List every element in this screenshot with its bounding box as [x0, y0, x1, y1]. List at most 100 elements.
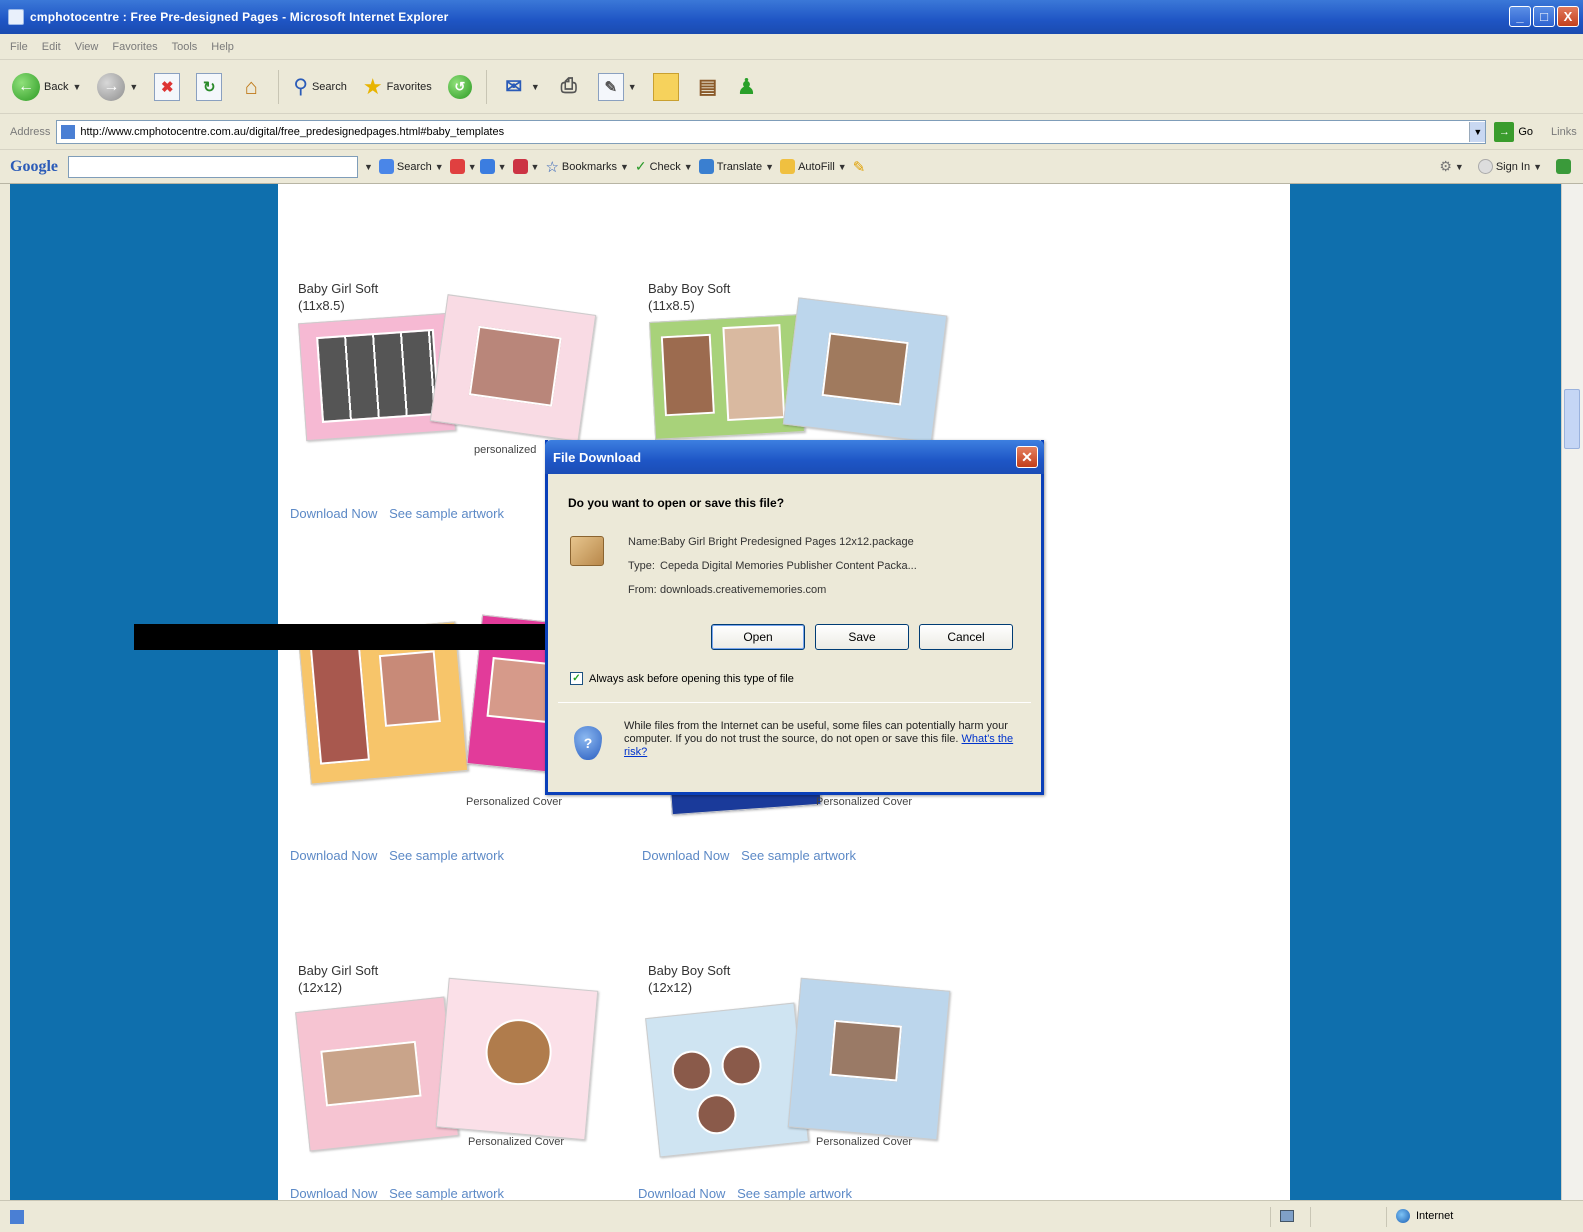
menu-tools[interactable]: Tools — [172, 41, 198, 53]
maximize-button[interactable]: □ — [1533, 6, 1555, 27]
product-thumbnail[interactable] — [295, 977, 628, 1170]
chevron-down-icon: ▼ — [1533, 161, 1542, 172]
address-dropdown[interactable]: ▼ — [1469, 121, 1486, 142]
file-download-dialog: File Download ✕ Do you want to open or s… — [545, 440, 1044, 795]
scrollbar-thumb[interactable] — [1564, 389, 1580, 449]
forward-button[interactable]: → ▼ — [93, 67, 142, 107]
favorites-button[interactable]: ★ Favorites — [359, 67, 436, 107]
dialog-title: File Download — [553, 449, 642, 465]
chevron-down-icon: ▼ — [765, 161, 775, 172]
name-value: Baby Girl Bright Predesigned Pages 12x12… — [660, 536, 914, 548]
see-sample-link[interactable]: See sample artwork — [389, 506, 504, 521]
highlighter-icon[interactable]: ✎ — [853, 158, 866, 176]
download-now-link[interactable]: Download Now — [290, 506, 377, 521]
always-ask-checkbox-row[interactable]: ✓ Always ask before opening this type of… — [570, 672, 794, 685]
history-button[interactable]: ↺ — [444, 67, 476, 107]
dialog-title-bar[interactable]: File Download — [545, 440, 1044, 474]
edit-button[interactable]: ✎ ▼ — [594, 67, 641, 107]
status-divider — [1270, 1207, 1271, 1227]
folder-icon — [652, 72, 679, 101]
menu-file[interactable]: File — [10, 41, 28, 53]
cancel-button[interactable]: Cancel — [919, 624, 1013, 650]
status-divider — [1310, 1207, 1311, 1227]
see-sample-link[interactable]: See sample artwork — [741, 848, 856, 863]
vertical-scrollbar[interactable] — [1561, 184, 1583, 1200]
minimize-button[interactable]: _ — [1509, 6, 1531, 27]
chevron-down-icon: ▼ — [627, 81, 637, 92]
up-icon — [479, 159, 495, 174]
dialog-close-button[interactable]: ✕ — [1016, 446, 1038, 468]
mail-button[interactable]: ✉ ▼ — [497, 67, 544, 107]
see-sample-link[interactable]: See sample artwork — [389, 1186, 504, 1200]
extra-toolbar-icon[interactable] — [1556, 159, 1571, 174]
home-button[interactable]: ⌂ — [234, 67, 268, 107]
google-addons[interactable]: ▼ ▼ — [449, 159, 507, 174]
back-label: Back — [44, 80, 69, 93]
cover-label: Personalized Cover — [468, 1136, 564, 1148]
search-button[interactable]: ⚲ Search — [289, 67, 351, 107]
baby-photo — [719, 1043, 764, 1088]
settings-button[interactable]: ⚙ ▼ — [1439, 158, 1463, 175]
google-search-button[interactable]: Search ▼ — [378, 159, 444, 174]
dialog-buttons: Open Save Cancel — [711, 624, 1013, 650]
popup-blocker-button[interactable]: ▼ — [512, 159, 540, 174]
baby-photo — [829, 1019, 903, 1082]
type-value: Cepeda Digital Memories Publisher Conten… — [660, 560, 917, 572]
product-links: Download Now See sample artwork — [290, 1186, 512, 1200]
links-label[interactable]: Links — [1551, 126, 1577, 138]
save-button[interactable]: Save — [815, 624, 909, 650]
open-button[interactable]: Open — [711, 624, 805, 650]
download-now-link[interactable]: Download Now — [290, 1186, 377, 1200]
go-button[interactable]: → Go — [1494, 121, 1534, 142]
menu-help[interactable]: Help — [211, 41, 234, 53]
refresh-button[interactable]: ↻ — [192, 67, 226, 107]
menu-view[interactable]: View — [75, 41, 99, 53]
chevron-down-icon: ▼ — [530, 161, 540, 172]
cover-label: Personalized Cover — [816, 796, 912, 808]
address-input[interactable]: http://www.cmphotocentre.com.au/digital/… — [56, 119, 1487, 144]
book-icon: ▤ — [698, 76, 718, 98]
see-sample-link[interactable]: See sample artwork — [389, 848, 504, 863]
warning-text: While files from the Internet can be use… — [624, 720, 1008, 745]
download-now-link[interactable]: Download Now — [638, 1186, 725, 1200]
search-icon: ⚲ — [293, 76, 308, 98]
product-title: Baby Girl Soft — [298, 281, 379, 296]
mail-icon: ✉ — [505, 76, 523, 98]
package-icon — [570, 536, 604, 566]
from-value: downloads.creativememories.com — [660, 584, 827, 596]
product-thumbnail[interactable] — [645, 977, 978, 1170]
print-button[interactable]: ⎙ — [552, 67, 586, 107]
autofill-icon — [780, 159, 796, 174]
chevron-down-icon[interactable]: ▼ — [364, 162, 373, 172]
always-ask-checkbox[interactable]: ✓ — [570, 672, 583, 685]
security-shield-icon: ? — [574, 726, 602, 760]
menu-edit[interactable]: Edit — [42, 41, 61, 53]
stop-button[interactable]: ✖ — [150, 67, 184, 107]
edit-page-icon: ✎ — [597, 72, 624, 101]
menu-favorites[interactable]: Favorites — [112, 41, 157, 53]
back-button[interactable]: ← Back ▼ — [8, 67, 85, 107]
folder-button[interactable] — [649, 67, 683, 107]
download-now-link[interactable]: Download Now — [290, 848, 377, 863]
baby-photo — [378, 650, 441, 727]
page-status-icon — [10, 1209, 24, 1224]
research-button[interactable]: ▤ — [691, 67, 725, 107]
spell-check-button[interactable]: ✓ Check ▼ — [635, 158, 693, 175]
close-window-button[interactable]: X — [1557, 6, 1579, 27]
translate-button[interactable]: Translate ▼ — [698, 159, 775, 174]
baby-photo — [468, 325, 562, 407]
pagerank-icon — [449, 159, 465, 174]
go-label: Go — [1518, 125, 1534, 138]
album-page-left — [295, 996, 459, 1152]
ie-icon — [8, 9, 24, 25]
google-logo[interactable]: Google — [10, 158, 58, 176]
sign-in-button[interactable]: Sign In ▼ — [1477, 159, 1542, 174]
google-search-input[interactable] — [68, 155, 358, 178]
download-now-link[interactable]: Download Now — [642, 848, 729, 863]
autofill-button[interactable]: AutoFill ▼ — [780, 159, 847, 174]
bookmarks-button[interactable]: ☆ Bookmarks ▼ — [545, 158, 628, 176]
history-icon: ↺ — [447, 74, 472, 99]
see-sample-link[interactable]: See sample artwork — [737, 1186, 852, 1200]
popup-blocked-icon — [512, 159, 528, 174]
messenger-button[interactable]: ♟ — [733, 67, 761, 107]
